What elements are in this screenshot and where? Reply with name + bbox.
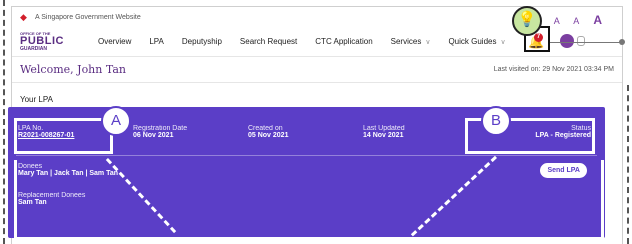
font-size-controls[interactable]: A A A [554, 13, 608, 27]
nav-services[interactable]: Services ∨ [391, 37, 431, 46]
highlight-box-a [14, 118, 113, 154]
nav-lpa[interactable]: LPA [149, 37, 164, 46]
registration-date-field: Registration Date 06 Nov 2021 [133, 125, 188, 139]
opg-logo[interactable]: OFFICE OF THE PUBLIC GUARDIAN [20, 31, 80, 52]
avatar[interactable] [560, 34, 574, 48]
callout-connector [550, 42, 621, 43]
mobile-toggle-icon[interactable] [577, 36, 585, 46]
gov-banner-text: A Singapore Government Website [35, 13, 141, 21]
right-dashed-guide [627, 85, 629, 244]
lion-head-icon: ◆ [20, 11, 27, 22]
chevron-down-icon: ∨ [425, 39, 431, 46]
callout-a: A [101, 106, 131, 136]
nav-ctc-application[interactable]: CTC Application [315, 37, 372, 46]
nav-overview[interactable]: Overview [98, 37, 131, 46]
created-field: Created on 05 Nov 2021 [248, 125, 289, 139]
last-updated-field: Last Updated 14 Nov 2021 [363, 125, 405, 139]
callout-b: B [481, 106, 511, 136]
nav-search-request[interactable]: Search Request [240, 37, 297, 46]
welcome-bar: Welcome, John Tan Last visited on: 29 No… [12, 57, 622, 83]
chevron-down-icon: ∨ [500, 39, 506, 46]
nav-deputyship[interactable]: Deputyship [182, 37, 222, 46]
lightbulb-icon: 💡 [512, 6, 542, 36]
last-visited: Last visited on: 29 Nov 2021 03:34 PM [493, 66, 614, 73]
left-dashed-guide [3, 0, 5, 244]
highlight-lower-frame [14, 160, 604, 240]
nav-quick-guides[interactable]: Quick Guides ∨ [448, 37, 505, 46]
welcome-greeting: Welcome, John Tan [20, 63, 126, 76]
section-title: Your LPA [20, 95, 53, 104]
callout-dot [619, 39, 625, 45]
card-divider [16, 155, 597, 156]
